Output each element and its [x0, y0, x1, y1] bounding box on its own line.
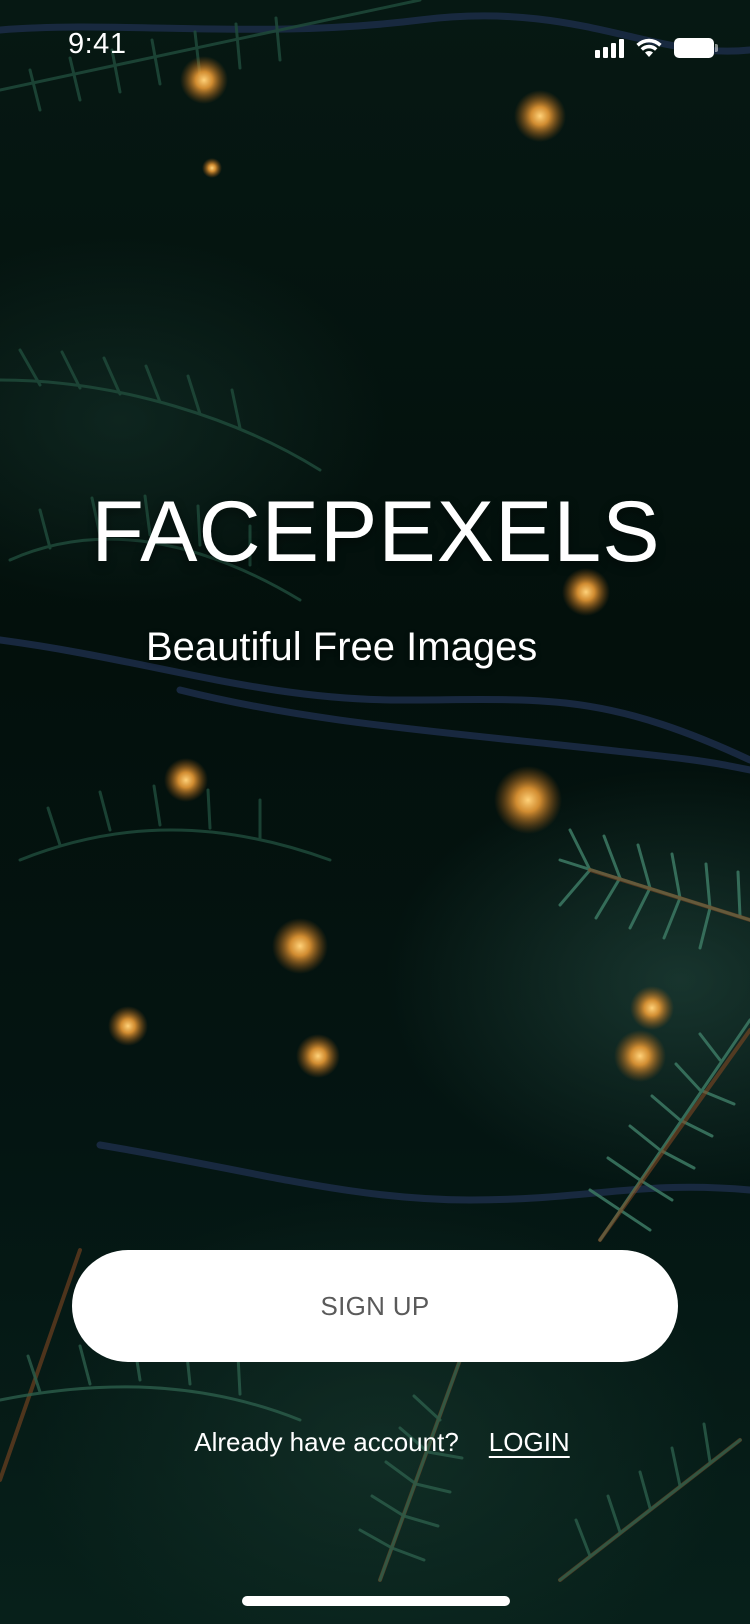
signal-icon	[595, 38, 624, 58]
status-time: 9:41	[68, 28, 127, 60]
background-image	[0, 0, 750, 1582]
app-title: FACEPEXELS	[91, 484, 661, 580]
sign-up-button[interactable]: SIGN UP	[72, 1250, 678, 1362]
login-row: Already have account? LOGIN	[0, 1425, 750, 1459]
app-subtitle: Beautiful Free Images	[146, 625, 538, 669]
login-link[interactable]: LOGIN	[489, 1425, 570, 1459]
home-indicator[interactable]	[242, 1596, 510, 1606]
login-prompt: Already have account?	[194, 1427, 459, 1457]
wifi-icon	[636, 38, 662, 57]
status-icons	[595, 34, 718, 58]
welcome-screen: 9:41 FACEPEXELS Beautiful Free Images SI…	[0, 0, 750, 1624]
status-bar: 9:41	[0, 0, 750, 90]
battery-icon	[674, 38, 718, 58]
